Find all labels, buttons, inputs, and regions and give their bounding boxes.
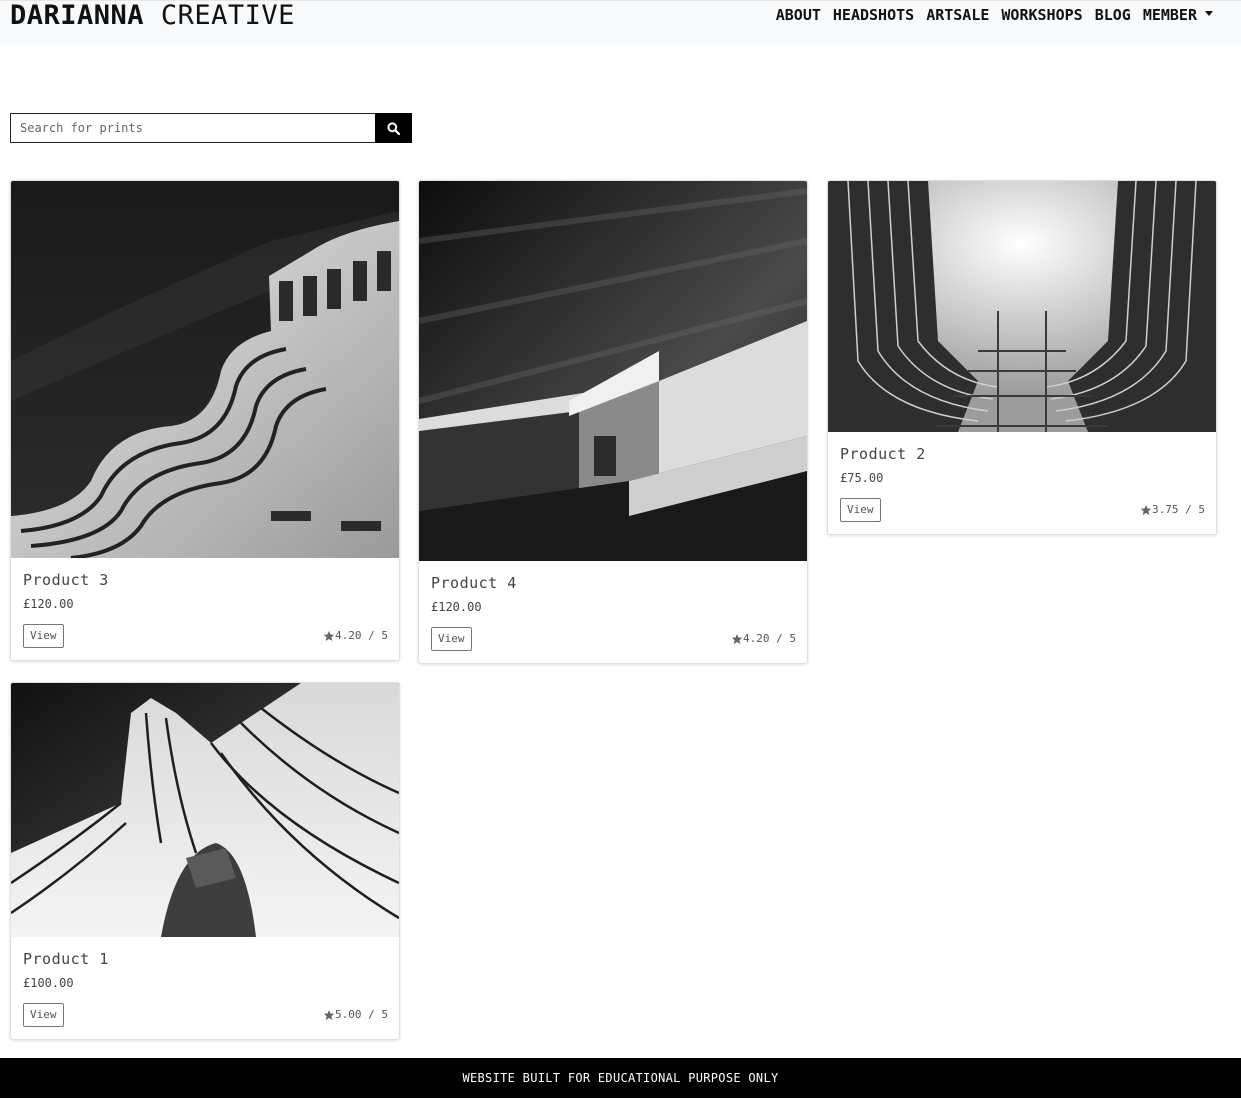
product-title[interactable]: Product 2 [840, 445, 926, 463]
product-rating: 4.20 / 5 [731, 632, 796, 645]
product-card: Product 2 £75.00 View 3.75 / 5 [827, 180, 1217, 535]
brand-name-light: CREATIVE [160, 0, 295, 31]
main-nav: ABOUT HEADSHOTS ARTSALE WORKSHOPS BLOG M… [776, 6, 1213, 24]
product-card: Product 1 £100.00 View 5.00 / 5 [10, 682, 400, 1040]
rating-value: 3.75 / 5 [1152, 503, 1205, 516]
star-icon [323, 630, 335, 641]
star-icon [1140, 504, 1152, 515]
star-icon [731, 633, 743, 644]
product-price: £100.00 [23, 976, 74, 990]
search-icon [387, 121, 400, 135]
product-rating: 4.20 / 5 [323, 629, 388, 642]
view-button[interactable]: View [840, 498, 881, 522]
product-rating: 3.75 / 5 [1140, 503, 1205, 516]
nav-headshots[interactable]: HEADSHOTS [833, 6, 914, 24]
product-title[interactable]: Product 1 [23, 950, 109, 968]
nav-member-label: MEMBER [1142, 6, 1197, 24]
rating-value: 4.20 / 5 [743, 632, 796, 645]
search-button[interactable] [375, 113, 412, 143]
product-image[interactable] [828, 181, 1216, 432]
nav-workshops[interactable]: WORKSHOPS [1001, 6, 1082, 24]
nav-artsale[interactable]: ARTSALE [926, 6, 989, 24]
brand-name-bold: DARIANNA [10, 0, 145, 31]
product-price: £120.00 [23, 597, 74, 611]
brand-logo[interactable]: DARIANNA CREATIVE [10, 1, 295, 31]
search-input[interactable] [10, 113, 375, 143]
view-button[interactable]: View [431, 627, 472, 651]
product-card: Product 3 £120.00 View 4.20 / 5 [10, 180, 400, 661]
caret-down-icon [1205, 11, 1213, 16]
product-image[interactable] [11, 181, 399, 558]
navbar: DARIANNA CREATIVE ABOUT HEADSHOTS ARTSAL… [0, 0, 1241, 45]
view-button[interactable]: View [23, 1003, 64, 1027]
star-icon [323, 1009, 335, 1020]
product-image[interactable] [11, 683, 399, 937]
rating-value: 5.00 / 5 [335, 1008, 388, 1021]
product-price: £120.00 [431, 600, 482, 614]
product-title[interactable]: Product 3 [23, 571, 109, 589]
footer: WEBSITE BUILT FOR EDUCATIONAL PURPOSE ON… [0, 1058, 1241, 1098]
product-title[interactable]: Product 4 [431, 574, 517, 592]
product-rating: 5.00 / 5 [323, 1008, 388, 1021]
nav-member-dropdown[interactable]: MEMBER [1143, 6, 1213, 24]
product-price: £75.00 [840, 471, 884, 485]
search-bar [10, 113, 412, 143]
footer-text: WEBSITE BUILT FOR EDUCATIONAL PURPOSE ON… [462, 1071, 779, 1085]
view-button[interactable]: View [23, 624, 64, 648]
product-card: Product 4 £120.00 View 4.20 / 5 [418, 180, 808, 664]
nav-about[interactable]: ABOUT [776, 6, 821, 24]
product-image[interactable] [419, 181, 807, 561]
rating-value: 4.20 / 5 [335, 629, 388, 642]
nav-blog[interactable]: BLOG [1095, 6, 1131, 24]
